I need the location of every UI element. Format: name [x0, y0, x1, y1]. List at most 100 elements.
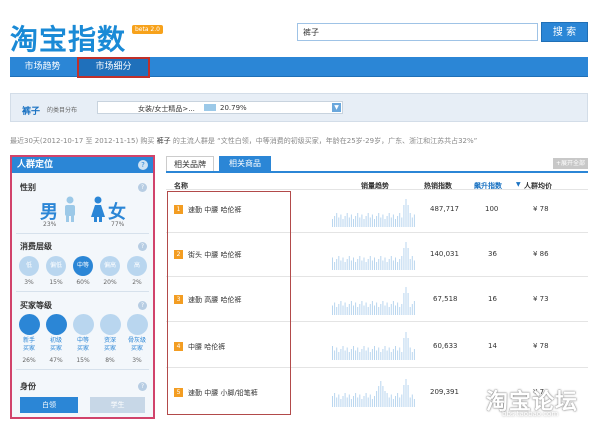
- sparkline-bar: [397, 350, 399, 360]
- sparkline-bar: [342, 396, 344, 407]
- sparkline-bar: [376, 262, 378, 270]
- sparkline-bar: [336, 397, 338, 407]
- buyer-veteran-icon[interactable]: [127, 314, 148, 335]
- sparkline-bar: [392, 349, 394, 360]
- help-icon[interactable]: ?: [138, 242, 147, 251]
- category-selected-path: 女装/女士精品>...: [138, 105, 195, 113]
- divider: [16, 233, 149, 234]
- sparkline-bar: [392, 399, 394, 407]
- chevron-down-icon[interactable]: ▼: [332, 103, 341, 112]
- sparkline-bar: [340, 260, 342, 270]
- sparkline-bar: [369, 394, 371, 407]
- sparkline-bar: [344, 262, 346, 270]
- sparkline-bar: [369, 256, 371, 270]
- sparkline-bar: [367, 259, 369, 270]
- consumption-lower[interactable]: 偏低: [46, 256, 66, 276]
- sparkline-svg: [332, 199, 415, 227]
- sparkline-bar: [413, 399, 415, 407]
- sparkline-bar: [413, 301, 415, 315]
- sparkline-bar: [411, 352, 413, 360]
- sparkline-bar: [334, 393, 336, 407]
- sort-arrow-icon[interactable]: ▼: [516, 181, 521, 188]
- sparkline-bar: [374, 346, 375, 360]
- help-icon[interactable]: ?: [138, 183, 147, 192]
- identity-white-collar-button[interactable]: 白领: [20, 397, 78, 413]
- buyer-junior-icon[interactable]: [46, 314, 67, 335]
- taobao-index-logo[interactable]: 淘宝指数: [10, 18, 126, 58]
- sparkline-bar: [390, 352, 392, 360]
- sparkline-svg: [332, 379, 415, 407]
- help-icon[interactable]: ?: [138, 301, 147, 310]
- sparkline-bar: [407, 248, 409, 270]
- consumption-low[interactable]: 低: [19, 256, 39, 276]
- consumption-higher[interactable]: 偏高: [100, 256, 120, 276]
- category-description: 的类目分布: [47, 107, 78, 114]
- tab-market-trend[interactable]: 市场趋势: [10, 57, 75, 77]
- search-button[interactable]: 搜 索: [541, 22, 588, 42]
- sparkline-bar: [392, 301, 394, 315]
- sparkline-bar: [403, 385, 405, 407]
- sparkline-bar: [344, 393, 346, 407]
- male-figure-icon: [65, 196, 75, 222]
- sparkline-bar: [342, 257, 344, 270]
- consumption-percent: 3%: [24, 279, 34, 286]
- sparkline-bar: [357, 259, 359, 270]
- sparkline-bar: [390, 394, 392, 407]
- sparkline-bar: [357, 307, 359, 315]
- help-icon[interactable]: ?: [138, 160, 148, 170]
- sparkline-bar: [411, 256, 413, 270]
- sparkline-bar: [382, 301, 384, 315]
- tab-market-segment[interactable]: 市场细分: [77, 57, 150, 78]
- sparkline-bar: [332, 257, 333, 270]
- sparkline-svg: [332, 332, 415, 360]
- help-icon[interactable]: ?: [138, 382, 147, 391]
- buyer-senior-icon[interactable]: [100, 314, 121, 335]
- consumption-percent: 15%: [49, 279, 63, 286]
- buyer-medium-icon[interactable]: [73, 314, 94, 335]
- sparkline-bar: [338, 304, 340, 315]
- tab-related-brands[interactable]: 相关品牌: [166, 156, 214, 171]
- sparkline-bar: [363, 219, 365, 227]
- sparkline-bar: [380, 217, 382, 227]
- sparkline-bar: [340, 214, 342, 227]
- sparkline-bar: [401, 256, 403, 270]
- sparkline-bar: [409, 213, 411, 227]
- sparkline-bar: [378, 259, 380, 270]
- identity-student-button[interactable]: 学生: [90, 397, 145, 413]
- sparkline-bar: [342, 305, 344, 315]
- consumption-medium[interactable]: 中等: [73, 256, 93, 276]
- gender-title: 性别: [20, 183, 36, 192]
- expand-all-button[interactable]: +展开全部: [553, 158, 588, 169]
- sparkline-bar: [355, 262, 357, 270]
- sparkline-bar: [365, 302, 367, 315]
- sparkline-bar: [386, 216, 388, 227]
- hot-index-value: 140,031: [430, 250, 459, 258]
- buyer-newbie-icon[interactable]: [19, 314, 40, 335]
- sparkline-bar: [390, 304, 392, 315]
- sparkline-bar: [378, 347, 380, 360]
- category-select[interactable]: 女装/女士精品>... 20.79% ▼: [97, 101, 343, 114]
- sparkline-bar: [348, 394, 350, 407]
- sparkline-bar: [367, 347, 369, 360]
- sparkline-bar: [374, 396, 375, 407]
- avg-price-value: ¥ 78: [533, 205, 549, 213]
- sparkline-bar: [353, 346, 354, 360]
- sparkline-bar: [382, 260, 384, 270]
- sparkline-bar: [397, 302, 399, 315]
- search-input[interactable]: [297, 23, 538, 41]
- buyer-label: 初级 买家: [49, 337, 62, 352]
- sparkline-bar: [409, 347, 411, 360]
- consumption-high[interactable]: 高: [127, 256, 147, 276]
- category-distribution-bar: 裤子 的类目分布 女装/女士精品>... 20.79% ▼: [10, 93, 588, 122]
- sparkline-bar: [380, 381, 382, 407]
- category-percent-bar: [204, 104, 216, 111]
- sparkline-bar: [401, 394, 403, 407]
- divider: [16, 369, 149, 370]
- tab-related-products[interactable]: 相关商品: [219, 156, 271, 171]
- sparkline-bar: [384, 257, 386, 270]
- sparkline-bar: [392, 214, 394, 227]
- sparkline-bar: [401, 352, 403, 360]
- sparkline-bar: [399, 259, 401, 270]
- sparkline-bar: [374, 219, 375, 227]
- sparkline-bar: [336, 259, 338, 270]
